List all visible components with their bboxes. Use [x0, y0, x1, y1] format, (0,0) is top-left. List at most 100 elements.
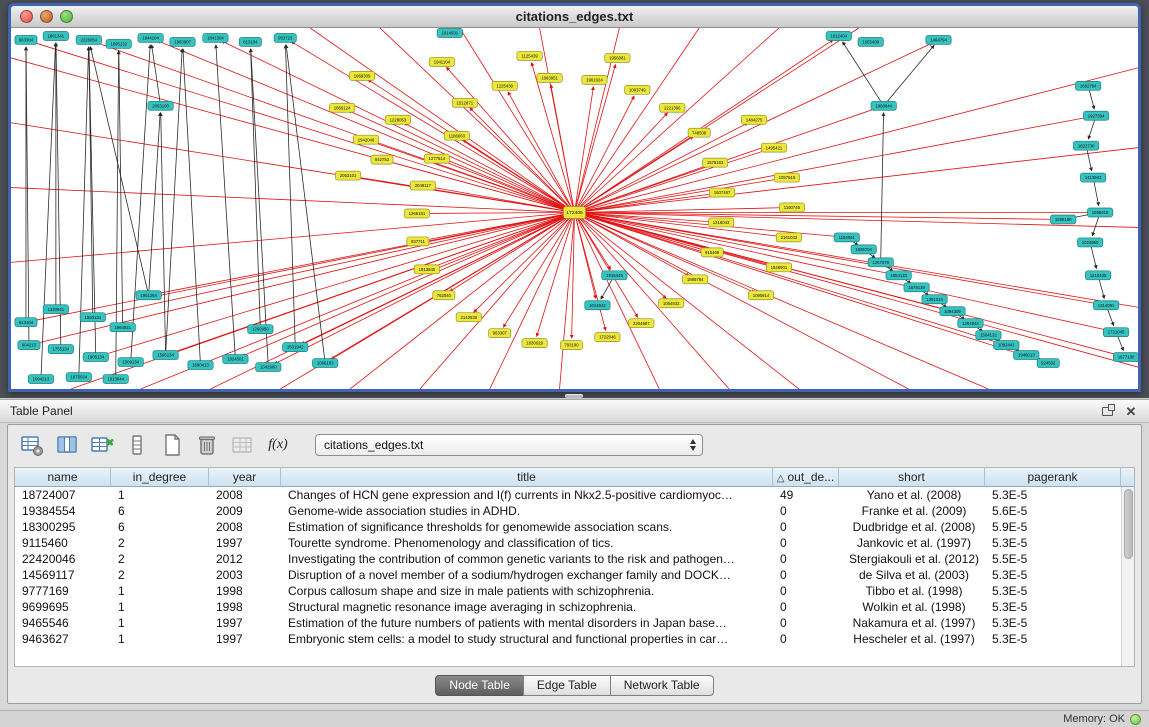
graph-edge[interactable]: [79, 47, 89, 377]
graph-node[interactable]: 1942046: [353, 135, 378, 144]
graph-node[interactable]: 1575163: [702, 158, 727, 167]
graph-node[interactable]: 1154091: [834, 233, 859, 242]
cell-out_degree[interactable]: 0: [773, 615, 839, 631]
cell-pagerank[interactable]: 5.5E-5: [985, 551, 1121, 567]
graph-node[interactable]: 1546901: [766, 263, 791, 272]
graph-edge[interactable]: [172, 212, 574, 352]
cell-title[interactable]: Estimation of the future numbers of pati…: [281, 615, 773, 631]
cell-pagerank[interactable]: 5.9E-5: [985, 519, 1121, 535]
cell-pagerank[interactable]: 5.3E-5: [985, 615, 1121, 631]
cell-pagerank[interactable]: 5.3E-5: [985, 535, 1121, 551]
graph-node[interactable]: 1607467: [709, 188, 734, 197]
column-header-in_degree[interactable]: in_degree: [111, 468, 209, 487]
graph-node[interactable]: 1854120: [886, 271, 911, 280]
cell-year[interactable]: 2008: [209, 487, 281, 503]
graph-node[interactable]: 2053101: [335, 171, 360, 180]
graph-edge[interactable]: [350, 212, 574, 389]
graph-edge[interactable]: [575, 212, 596, 298]
cell-name[interactable]: 9465546: [15, 615, 111, 631]
cell-short[interactable]: de Silva et al. (2003): [839, 567, 985, 583]
cell-name[interactable]: 18724007: [15, 487, 111, 503]
graph-node[interactable]: 748508: [688, 128, 710, 137]
network-canvas[interactable]: 1724051512871122543916639511961024109374…: [11, 28, 1138, 389]
graph-node[interactable]: 1265151: [404, 209, 429, 218]
cell-out_degree[interactable]: 0: [773, 631, 839, 647]
graph-node[interactable]: 1861341: [43, 31, 68, 40]
graph-node[interactable]: 915469: [701, 248, 723, 257]
graph-edge[interactable]: [575, 43, 933, 213]
graph-node[interactable]: 1969309: [349, 71, 374, 80]
graph-edge[interactable]: [575, 212, 1057, 219]
graph-edge[interactable]: [424, 212, 575, 213]
graph-node[interactable]: 1905134: [83, 353, 108, 362]
graph-node[interactable]: 1913044: [103, 375, 128, 384]
graph-node[interactable]: 1951294: [136, 291, 161, 300]
cell-in_degree[interactable]: 1: [111, 615, 209, 631]
cell-year[interactable]: 1998: [209, 583, 281, 599]
graph-node[interactable]: 1860124: [329, 103, 354, 112]
graph-node[interactable]: 762540: [433, 291, 455, 300]
column-header-title[interactable]: title: [281, 468, 773, 487]
graph-node[interactable]: 1342900: [256, 363, 281, 372]
graph-edge[interactable]: [575, 212, 1042, 360]
graph-edge[interactable]: [575, 212, 1110, 330]
graph-node[interactable]: 1228053: [385, 115, 410, 124]
network-window-titlebar[interactable]: citations_edges.txt: [11, 6, 1138, 28]
cell-in_degree[interactable]: 1: [111, 599, 209, 615]
graph-node[interactable]: 1964921: [110, 323, 135, 332]
graph-edge[interactable]: [575, 28, 700, 212]
tab-network-table[interactable]: Network Table: [610, 675, 714, 696]
cell-out_degree[interactable]: 0: [773, 567, 839, 583]
graph-node[interactable]: 1094309: [940, 307, 965, 316]
table-row[interactable]: 1830029562008Estimation of significance …: [15, 519, 1121, 535]
show-columns-icon[interactable]: [53, 432, 80, 459]
graph-node[interactable]: 2142530: [456, 313, 481, 322]
trash-icon[interactable]: [193, 432, 220, 459]
graph-node[interactable]: 1968844: [871, 101, 896, 110]
scrollbar-thumb[interactable]: [1124, 489, 1133, 559]
graph-node[interactable]: 1690413: [188, 361, 213, 370]
graph-edge[interactable]: [575, 68, 1139, 213]
graph-node[interactable]: 1186063: [444, 131, 469, 140]
graph-node[interactable]: 1221396: [660, 103, 685, 112]
cell-out_degree[interactable]: 0: [773, 551, 839, 567]
graph-node[interactable]: 1755134: [48, 345, 73, 354]
graph-node[interactable]: 1913845: [414, 265, 439, 274]
cell-name[interactable]: 19384554: [15, 503, 111, 519]
cell-name[interactable]: 9115460: [15, 535, 111, 551]
cell-in_degree[interactable]: 1: [111, 583, 209, 599]
graph-edge[interactable]: [285, 45, 295, 347]
cell-name[interactable]: 9777169: [15, 583, 111, 599]
graph-edge[interactable]: [131, 45, 151, 362]
cell-short[interactable]: Dudbridge et al. (2008): [839, 519, 985, 535]
graph-node[interactable]: 1267079: [868, 258, 893, 267]
rows-icon[interactable]: [123, 432, 150, 459]
graph-edge[interactable]: [183, 49, 201, 365]
graph-edge[interactable]: [41, 43, 56, 379]
graph-node[interactable]: 1927394: [1083, 111, 1108, 120]
column-header-out_de[interactable]: △out_de...: [773, 468, 839, 487]
cell-year[interactable]: 2012: [209, 551, 281, 567]
cell-short[interactable]: Yano et al. (2008): [839, 487, 985, 503]
column-header-pagerank[interactable]: pagerank: [985, 468, 1121, 487]
graph-node[interactable]: 1094213: [28, 375, 53, 384]
close-panel-icon[interactable]: ✕: [1123, 403, 1139, 419]
graph-node[interactable]: 913104: [15, 318, 37, 327]
graph-node[interactable]: 1946013: [1014, 351, 1039, 360]
cell-year[interactable]: 1997: [209, 535, 281, 551]
graph-node[interactable]: 1092441: [994, 341, 1019, 350]
graph-edge[interactable]: [286, 45, 325, 363]
graph-edge[interactable]: [575, 123, 748, 213]
cell-short[interactable]: Franke et al. (2009): [839, 503, 985, 519]
graph-node[interactable]: 1014931: [437, 28, 462, 37]
graph-node[interactable]: 1057516: [774, 173, 799, 182]
graph-node[interactable]: 904213: [18, 341, 40, 350]
graph-node[interactable]: 937711: [407, 237, 429, 246]
zoom-window-button[interactable]: [60, 10, 73, 23]
graph-node[interactable]: 1495421: [761, 143, 786, 152]
graph-node[interactable]: 1531942: [283, 343, 308, 352]
cell-in_degree[interactable]: 6: [111, 503, 209, 519]
graph-node[interactable]: 1055408: [858, 37, 883, 46]
cell-in_degree[interactable]: 1: [111, 631, 209, 647]
graph-node[interactable]: 1320941: [43, 305, 68, 314]
